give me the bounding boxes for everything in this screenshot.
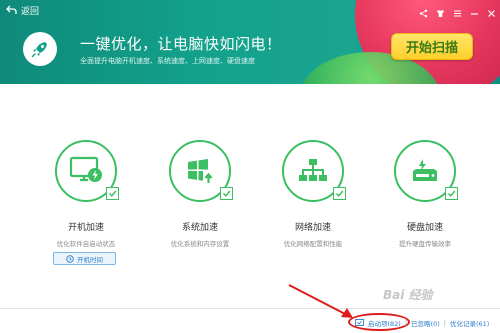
startup-items-link[interactable]: 启动项(82) xyxy=(368,318,401,328)
header-banner: 返回 一键优化，让电脑快如闪电！ 全面提升电脑开机速度、系统速度、上网速度、硬盘… xyxy=(0,0,500,84)
card-system-speedup[interactable]: 系统加速 优化系统和内存设置 xyxy=(145,140,255,248)
card-title: 系统加速 xyxy=(181,223,218,233)
card-description: 提升硬盘传输效率 xyxy=(399,240,451,248)
red-arrow-annotation xyxy=(288,284,353,318)
subheadline: 全面提升电脑开机速度、系统速度、上网速度、硬盘速度 xyxy=(80,57,255,65)
card-boot-speedup[interactable]: 开机加速 优化软件自启动状态 xyxy=(31,140,141,248)
windows-logo-icon xyxy=(169,140,233,202)
back-arrow-icon xyxy=(6,5,17,14)
minimize-icon[interactable] xyxy=(470,3,479,15)
back-button[interactable]: 返回 xyxy=(6,3,39,17)
checkbox-checked[interactable] xyxy=(445,187,458,200)
window-controls xyxy=(419,3,496,18)
ignored-link[interactable]: 已忽略(0) xyxy=(411,318,440,328)
card-disk-speedup[interactable]: 硬盘加速 提升硬盘传输效率 xyxy=(370,140,480,248)
footer-links: 启动项(82) | 已忽略(0) | 优化记录(61) xyxy=(355,318,489,328)
checkbox-checked[interactable] xyxy=(106,187,119,200)
share-icon[interactable] xyxy=(419,3,428,18)
card-title: 网络加速 xyxy=(294,223,331,233)
separator: | xyxy=(443,319,446,327)
startup-items-icon xyxy=(355,319,364,326)
boot-time-button[interactable]: 开机时间 xyxy=(53,252,116,265)
network-icon xyxy=(282,140,346,202)
rocket-icon xyxy=(23,32,57,66)
history-link[interactable]: 优化记录(61) xyxy=(450,318,489,328)
clock-icon xyxy=(66,254,74,263)
card-network-speedup[interactable]: 网络加速 优化网络配置和性能 xyxy=(258,140,368,248)
skin-shirt-icon[interactable] xyxy=(436,3,445,17)
card-description: 优化网络配置和性能 xyxy=(283,240,343,248)
menu-icon[interactable] xyxy=(453,3,462,17)
separator: | xyxy=(404,319,408,327)
card-title: 硬盘加速 xyxy=(406,223,443,233)
checkbox-checked[interactable] xyxy=(333,187,346,200)
start-scan-button[interactable]: 开始扫描 xyxy=(391,33,473,60)
card-title: 开机加速 xyxy=(67,223,104,233)
card-description: 优化系统和内存设置 xyxy=(170,240,230,248)
monitor-lightning-icon xyxy=(55,140,119,202)
card-description: 优化软件自启动状态 xyxy=(56,240,116,248)
boot-time-label: 开机时间 xyxy=(77,255,103,264)
checkbox-checked[interactable] xyxy=(220,187,233,200)
back-label: 返回 xyxy=(21,6,40,17)
watermark: Bai 经验 xyxy=(383,288,433,302)
headline: 一键优化，让电脑快如闪电！ xyxy=(80,35,282,53)
close-icon[interactable] xyxy=(487,3,496,17)
hard-drive-icon xyxy=(394,140,458,202)
